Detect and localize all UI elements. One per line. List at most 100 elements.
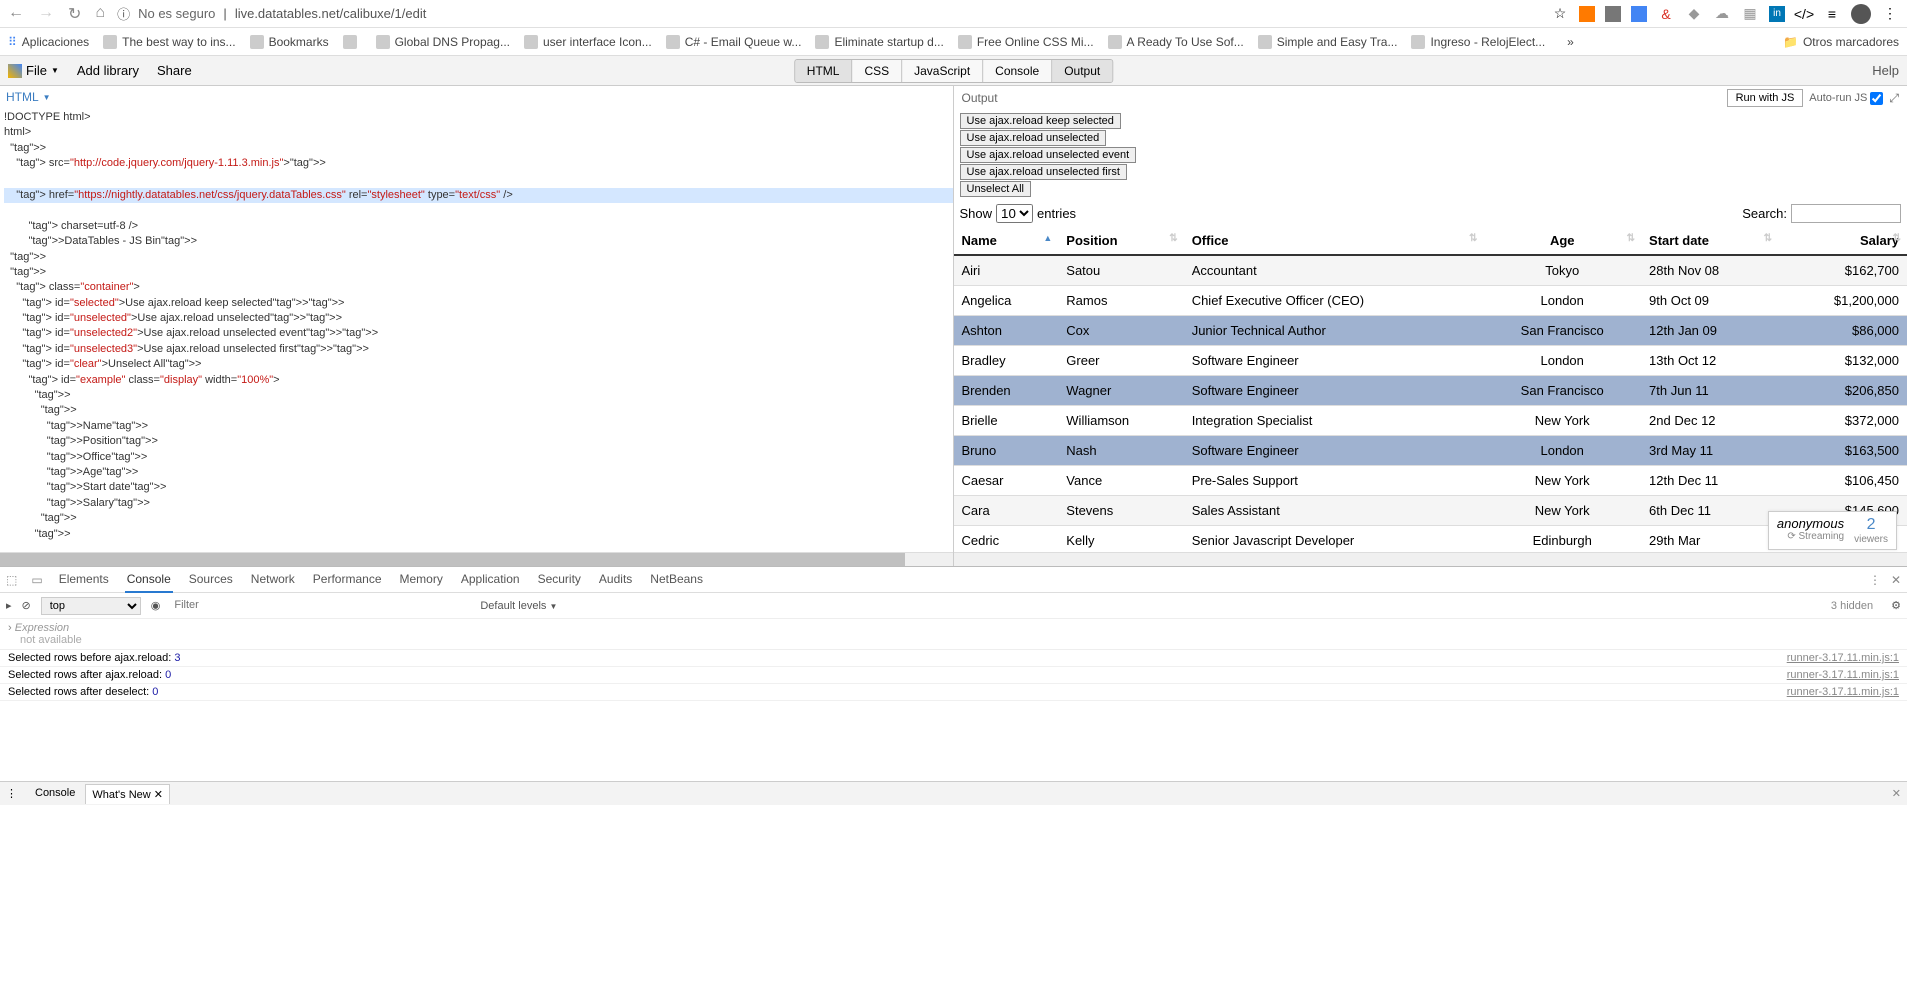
file-menu[interactable]: File ▼ (8, 63, 59, 78)
devtools-menu-icon[interactable]: ⋮ (1869, 573, 1881, 587)
devtools-tab-security[interactable]: Security (536, 567, 583, 593)
bookmark-item[interactable]: A Ready To Use Sof... (1108, 35, 1244, 49)
console-input-area[interactable] (0, 701, 1907, 781)
ext-icon-10[interactable]: ≡ (1823, 5, 1841, 23)
panel-tab-javascript[interactable]: JavaScript (902, 60, 983, 82)
drawer-tab[interactable]: Console (29, 784, 81, 804)
output-scrollbar[interactable] (954, 552, 1907, 566)
devtools-close-icon[interactable]: ✕ (1891, 573, 1901, 587)
devtools-tab-console[interactable]: Console (125, 567, 173, 593)
code-editor[interactable]: !DOCTYPE html>html> "tag">> "tag"> src="… (0, 108, 953, 552)
bookmark-item[interactable] (343, 35, 362, 49)
eye-icon[interactable]: ◉ (151, 599, 161, 612)
devtools-tab-audits[interactable]: Audits (597, 567, 634, 593)
horizontal-scrollbar[interactable] (0, 552, 953, 566)
drawer-menu-icon[interactable]: ⋮ (6, 787, 17, 800)
column-header[interactable]: Office (1184, 227, 1484, 255)
table-row[interactable]: BrunoNashSoftware EngineerLondon3rd May … (954, 436, 1907, 466)
back-button[interactable]: ← (8, 4, 24, 24)
bookmark-item[interactable]: Global DNS Propag... (376, 35, 510, 49)
ext-icon-1[interactable] (1579, 6, 1595, 22)
clear-console-icon[interactable]: ⊘ (22, 599, 31, 612)
info-icon[interactable]: ⓘ (117, 4, 130, 23)
table-row[interactable]: CaraStevensSales AssistantNew York6th De… (954, 496, 1907, 526)
column-header[interactable]: Name (954, 227, 1059, 255)
panel-tab-output[interactable]: Output (1052, 60, 1112, 82)
table-row[interactable]: AshtonCoxJunior Technical AuthorSan Fran… (954, 316, 1907, 346)
bookmark-item[interactable]: The best way to ins... (103, 35, 235, 49)
ext-icon-5[interactable]: ◆ (1685, 5, 1703, 23)
ext-icon-6[interactable]: ☁ (1713, 5, 1731, 23)
devtools-tab-netbeans[interactable]: NetBeans (648, 567, 705, 593)
settings-icon[interactable]: ⚙ (1891, 599, 1901, 612)
devtools-tab-network[interactable]: Network (249, 567, 297, 593)
ext-icon-2[interactable] (1605, 6, 1621, 22)
levels-select[interactable]: Default levels ▼ (480, 600, 557, 612)
demo-button[interactable]: Use ajax.reload unselected event (960, 147, 1137, 163)
bookmark-item[interactable]: Ingreso - RelojElect... (1411, 35, 1545, 49)
forward-button[interactable]: → (38, 4, 54, 24)
reload-button[interactable]: ↻ (68, 4, 81, 24)
run-with-js-button[interactable]: Run with JS (1727, 89, 1804, 107)
sidebar-toggle-icon[interactable]: ▸ (6, 599, 12, 612)
devtools-tab-sources[interactable]: Sources (187, 567, 235, 593)
demo-button[interactable]: Use ajax.reload keep selected (960, 113, 1121, 129)
context-select[interactable]: top (41, 597, 141, 615)
drawer-close-icon[interactable]: ✕ (1892, 787, 1901, 800)
viewers-badge[interactable]: anonymous ⟳ Streaming 2 viewers (1768, 511, 1897, 550)
table-row[interactable]: BrendenWagnerSoftware EngineerSan Franci… (954, 376, 1907, 406)
source-link[interactable]: runner-3.17.11.min.js:1 (1787, 669, 1899, 681)
device-icon[interactable]: ▭ (31, 573, 42, 587)
length-select[interactable]: 10 (996, 204, 1033, 223)
demo-button[interactable]: Use ajax.reload unselected (960, 130, 1107, 146)
demo-button[interactable]: Use ajax.reload unselected first (960, 164, 1127, 180)
devtools-tab-elements[interactable]: Elements (57, 567, 111, 593)
other-bookmarks[interactable]: 📁 Otros marcadores (1783, 35, 1899, 49)
fullscreen-icon[interactable]: ⤢ (1889, 91, 1899, 106)
autorun-checkbox[interactable]: Auto-run JS (1809, 92, 1883, 105)
ext-icon-9[interactable]: </> (1795, 5, 1813, 23)
home-button[interactable]: ⌂ (95, 4, 105, 24)
ext-icon-8[interactable]: in (1769, 6, 1785, 22)
star-icon[interactable]: ☆ (1551, 5, 1569, 23)
table-row[interactable]: CedricKellySenior Javascript DeveloperEd… (954, 526, 1907, 553)
table-row[interactable]: CaesarVancePre-Sales SupportNew York12th… (954, 466, 1907, 496)
bookmark-overflow[interactable]: » (1567, 35, 1574, 49)
table-row[interactable]: BrielleWilliamsonIntegration SpecialistN… (954, 406, 1907, 436)
bookmark-item[interactable]: C# - Email Queue w... (666, 35, 802, 49)
column-header[interactable]: Salary (1778, 227, 1907, 255)
filter-input[interactable] (170, 598, 470, 613)
ext-icon-7[interactable]: ▦ (1741, 5, 1759, 23)
close-tab-icon[interactable]: ✕ (154, 789, 163, 801)
ext-icon-3[interactable] (1631, 6, 1647, 22)
profile-avatar[interactable] (1851, 4, 1871, 24)
drawer-tab[interactable]: What's New ✕ (85, 784, 170, 804)
source-link[interactable]: runner-3.17.11.min.js:1 (1787, 686, 1899, 698)
table-row[interactable]: AngelicaRamosChief Executive Officer (CE… (954, 286, 1907, 316)
search-input[interactable] (1791, 204, 1901, 223)
bookmark-item[interactable]: user interface Icon... (524, 35, 652, 49)
inspect-icon[interactable]: ⬚ (6, 573, 17, 587)
help-link[interactable]: Help (1872, 63, 1899, 78)
code-pane-header[interactable]: HTML ▼ (0, 86, 953, 108)
table-row[interactable]: BradleyGreerSoftware EngineerLondon13th … (954, 346, 1907, 376)
url-bar[interactable]: ⓘ No es seguro | live.datatables.net/cal… (117, 4, 1539, 23)
ext-icon-4[interactable]: & (1657, 5, 1675, 23)
apps-button[interactable]: ⠿ Aplicaciones (8, 35, 89, 49)
panel-tab-console[interactable]: Console (983, 60, 1052, 82)
share-button[interactable]: Share (157, 63, 192, 78)
add-library-button[interactable]: Add library (77, 63, 139, 78)
column-header[interactable]: Position (1058, 227, 1183, 255)
devtools-tab-memory[interactable]: Memory (398, 567, 445, 593)
bookmark-item[interactable]: Simple and Easy Tra... (1258, 35, 1398, 49)
menu-icon[interactable]: ⋮ (1881, 5, 1899, 23)
column-header[interactable]: Age (1483, 227, 1641, 255)
column-header[interactable]: Start date (1641, 227, 1778, 255)
source-link[interactable]: runner-3.17.11.min.js:1 (1787, 652, 1899, 664)
panel-tab-css[interactable]: CSS (852, 60, 902, 82)
table-row[interactable]: AiriSatouAccountantTokyo28th Nov 08$162,… (954, 255, 1907, 286)
demo-button[interactable]: Unselect All (960, 181, 1031, 197)
bookmark-item[interactable]: Free Online CSS Mi... (958, 35, 1094, 49)
bookmark-item[interactable]: Bookmarks (250, 35, 329, 49)
expression-bar[interactable]: › Expression not available (0, 619, 1907, 650)
